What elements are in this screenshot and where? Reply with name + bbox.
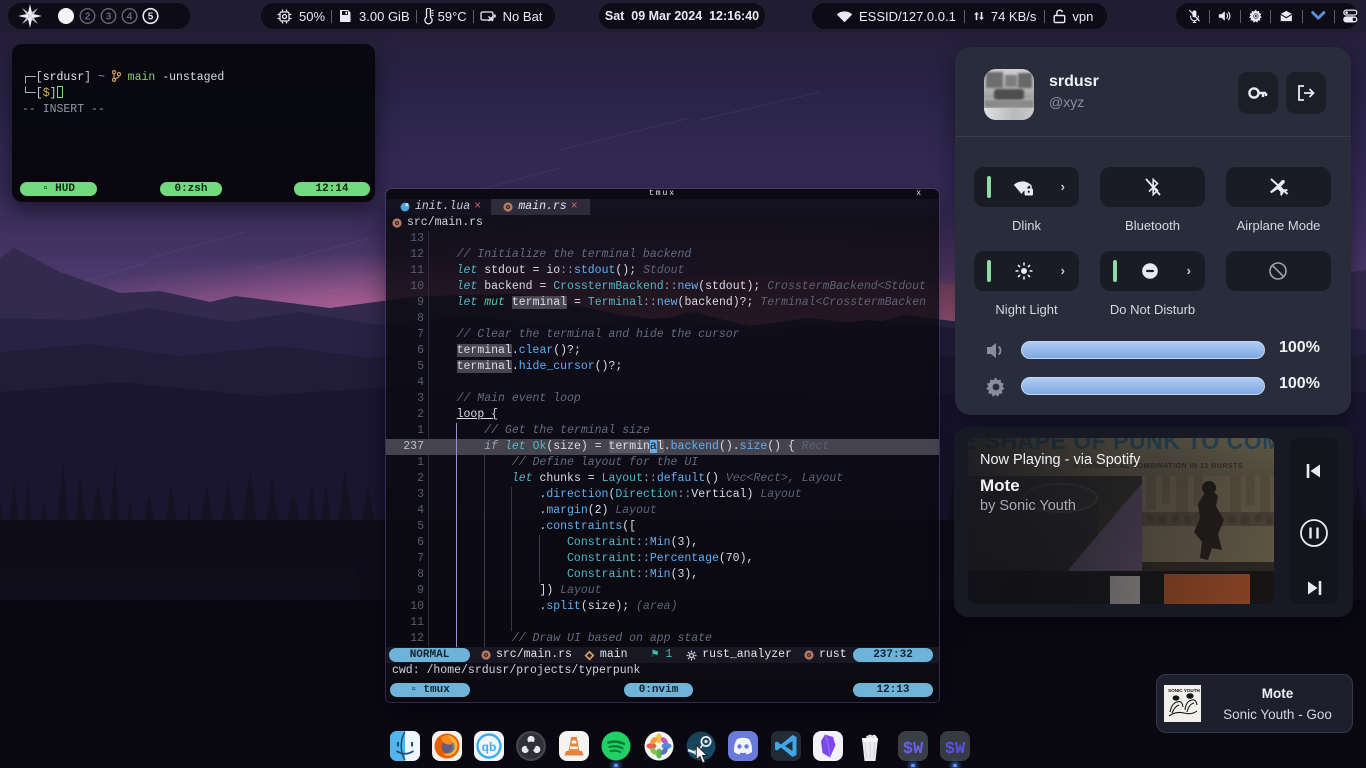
svg-text:qb: qb [482,740,497,754]
svg-text:$W: $W [945,740,966,759]
svg-text:3: 3 [106,12,112,23]
svg-text:5: 5 [148,12,154,23]
svg-text:2: 2 [85,12,91,23]
svg-text:$W: $W [903,740,924,759]
svg-text:4: 4 [127,12,133,23]
svg-text:SONIC YOUTH: SONIC YOUTH [1168,688,1201,693]
